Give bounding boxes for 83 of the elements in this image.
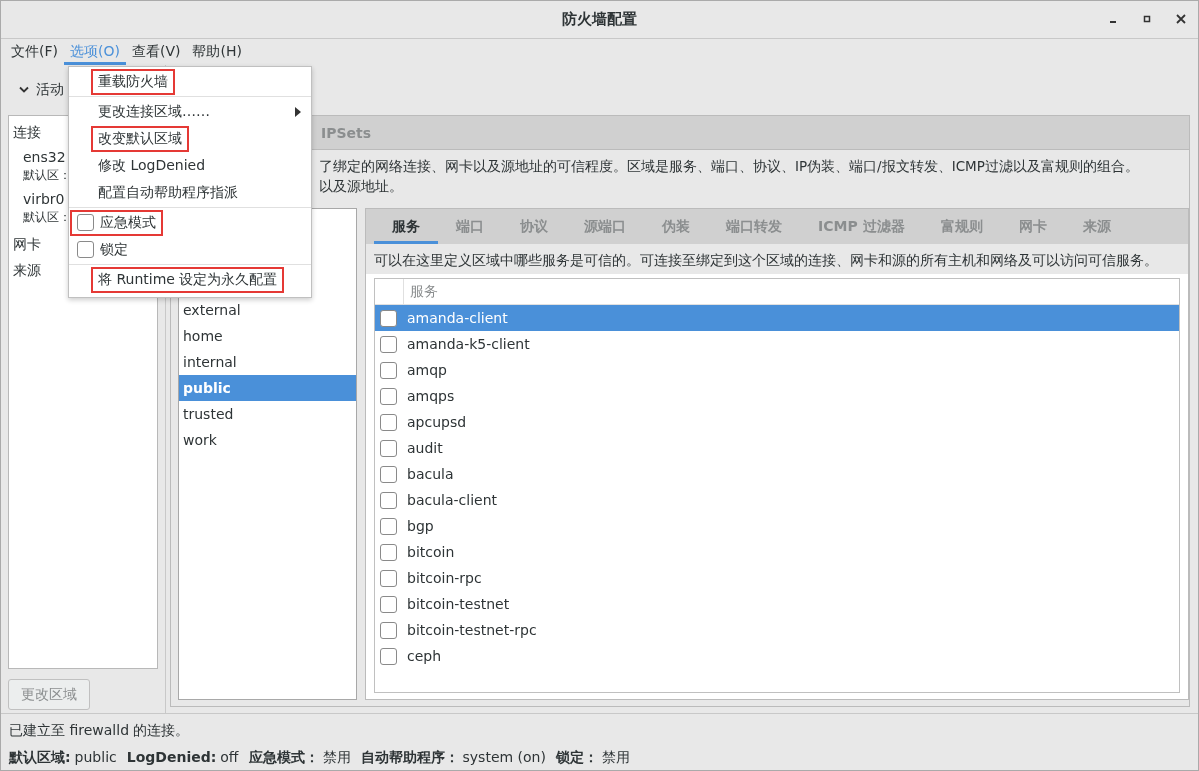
connection-name[interactable]: virbr0 bbox=[23, 189, 65, 209]
zone-label: 默认区： bbox=[23, 209, 71, 225]
service-name: audit bbox=[407, 440, 443, 456]
menu-bar-item[interactable]: 帮助(H) bbox=[186, 39, 248, 65]
status-label: 自动帮助程序： bbox=[360, 748, 459, 767]
zone-item[interactable]: internal bbox=[179, 349, 356, 375]
zone-label: 默认区： bbox=[23, 167, 71, 183]
checkbox[interactable] bbox=[77, 241, 94, 258]
checkbox[interactable] bbox=[380, 569, 397, 587]
service-name: amqps bbox=[407, 388, 455, 404]
status-value: 禁用 bbox=[322, 748, 351, 767]
table-row[interactable]: bitcoin-rpc bbox=[375, 565, 1179, 591]
menu-item[interactable]: 更改连接区域…… bbox=[98, 102, 210, 121]
checkbox[interactable] bbox=[380, 595, 397, 613]
checkbox[interactable] bbox=[380, 543, 397, 561]
table-row[interactable]: amqp bbox=[375, 357, 1179, 383]
status-label: LogDenied: bbox=[126, 748, 217, 767]
table-row[interactable]: amqps bbox=[375, 383, 1179, 409]
service-name: ceph bbox=[407, 648, 442, 664]
service-name: amanda-k5-client bbox=[407, 336, 530, 352]
service-name: bacula bbox=[407, 466, 454, 482]
status-label: 锁定： bbox=[555, 748, 598, 767]
checkbox[interactable] bbox=[380, 517, 397, 535]
zone-item[interactable]: trusted bbox=[179, 401, 356, 427]
zone-item[interactable]: home bbox=[179, 323, 356, 349]
status-value: off bbox=[220, 748, 239, 767]
table-row[interactable]: apcupsd bbox=[375, 409, 1179, 435]
checkbox[interactable] bbox=[380, 465, 397, 483]
menu-item[interactable]: 改变默认区域 bbox=[98, 129, 182, 148]
maximize-icon[interactable] bbox=[1142, 14, 1152, 24]
checkbox[interactable] bbox=[77, 214, 94, 231]
checkbox[interactable] bbox=[380, 387, 397, 405]
chevron-down-icon[interactable] bbox=[18, 86, 30, 94]
status-value: 禁用 bbox=[601, 748, 630, 767]
service-name: bitcoin-testnet-rpc bbox=[407, 622, 537, 638]
checkbox[interactable] bbox=[380, 309, 397, 327]
service-name: amqp bbox=[407, 362, 447, 378]
menu-item[interactable]: 配置自动帮助程序指派 bbox=[98, 183, 238, 202]
checkbox[interactable] bbox=[380, 647, 397, 665]
service-name: bitcoin-rpc bbox=[407, 570, 482, 586]
description-text: 可以在这里定义区域中哪些服务是可信的。可连接至绑定到这个区域的连接、网卡和源的所有主机和网络及可以访问可信服务。 bbox=[366, 244, 1188, 274]
zone-item[interactable]: work bbox=[179, 427, 356, 453]
close-icon[interactable] bbox=[1176, 14, 1186, 24]
status-message: 已建立至 firewalld 的连接。 bbox=[9, 721, 191, 740]
status-label: 应急模式： bbox=[248, 748, 319, 767]
service-name: amanda-client bbox=[407, 310, 508, 326]
menu-item[interactable]: 重载防火墙 bbox=[98, 72, 168, 91]
table-row[interactable]: amanda-k5-client bbox=[375, 331, 1179, 357]
zone-item[interactable]: external bbox=[179, 297, 356, 323]
menu-bar-item[interactable]: 文件(F) bbox=[5, 39, 64, 65]
service-name: bitcoin bbox=[407, 544, 455, 560]
table-row[interactable]: bitcoin bbox=[375, 539, 1179, 565]
description-text: 了绑定的网络连接、网卡以及源地址的可信程度。区域是服务、端口、协议、IP伪装、端口/报文转发、ICMP过滤以及富规则的组合。 bbox=[319, 157, 1140, 176]
section-title: 活动 bbox=[36, 81, 64, 99]
menu-item[interactable]: 修改 LogDenied bbox=[98, 156, 206, 175]
status-value: public bbox=[74, 748, 117, 767]
window-title: 防火墙配置 bbox=[562, 10, 637, 29]
connection-name[interactable]: ens32 bbox=[23, 147, 66, 167]
checkbox[interactable] bbox=[380, 439, 397, 457]
table-row[interactable]: bitcoin-testnet bbox=[375, 591, 1179, 617]
checkbox[interactable] bbox=[380, 491, 397, 509]
service-name: bgp bbox=[407, 518, 434, 534]
menu-item[interactable]: 锁定 bbox=[100, 240, 128, 259]
status-label: 默认区域: bbox=[9, 748, 71, 767]
table-row[interactable]: bacula bbox=[375, 461, 1179, 487]
table-row[interactable]: bitcoin-testnet-rpc bbox=[375, 617, 1179, 643]
submenu-arrow-icon bbox=[295, 107, 301, 117]
table-row[interactable]: ceph bbox=[375, 643, 1179, 669]
menu-item[interactable]: 将 Runtime 设定为永久配置 bbox=[98, 270, 278, 289]
checkbox[interactable] bbox=[380, 361, 397, 379]
table-row[interactable]: bgp bbox=[375, 513, 1179, 539]
checkbox[interactable] bbox=[380, 413, 397, 431]
menu-bar-item[interactable]: 查看(V) bbox=[125, 39, 187, 65]
service-name: apcupsd bbox=[407, 414, 467, 430]
service-name: bitcoin-testnet bbox=[407, 596, 510, 612]
checkbox[interactable] bbox=[380, 621, 397, 639]
table-row[interactable]: audit bbox=[375, 435, 1179, 461]
menu-item[interactable]: 应急模式 bbox=[100, 213, 156, 232]
description-text: 以及源地址。 bbox=[319, 177, 404, 196]
checkbox[interactable] bbox=[380, 335, 397, 353]
status-value: system (on) bbox=[462, 748, 546, 767]
service-name: bacula-client bbox=[407, 492, 497, 508]
table-row[interactable]: bacula-client bbox=[375, 487, 1179, 513]
